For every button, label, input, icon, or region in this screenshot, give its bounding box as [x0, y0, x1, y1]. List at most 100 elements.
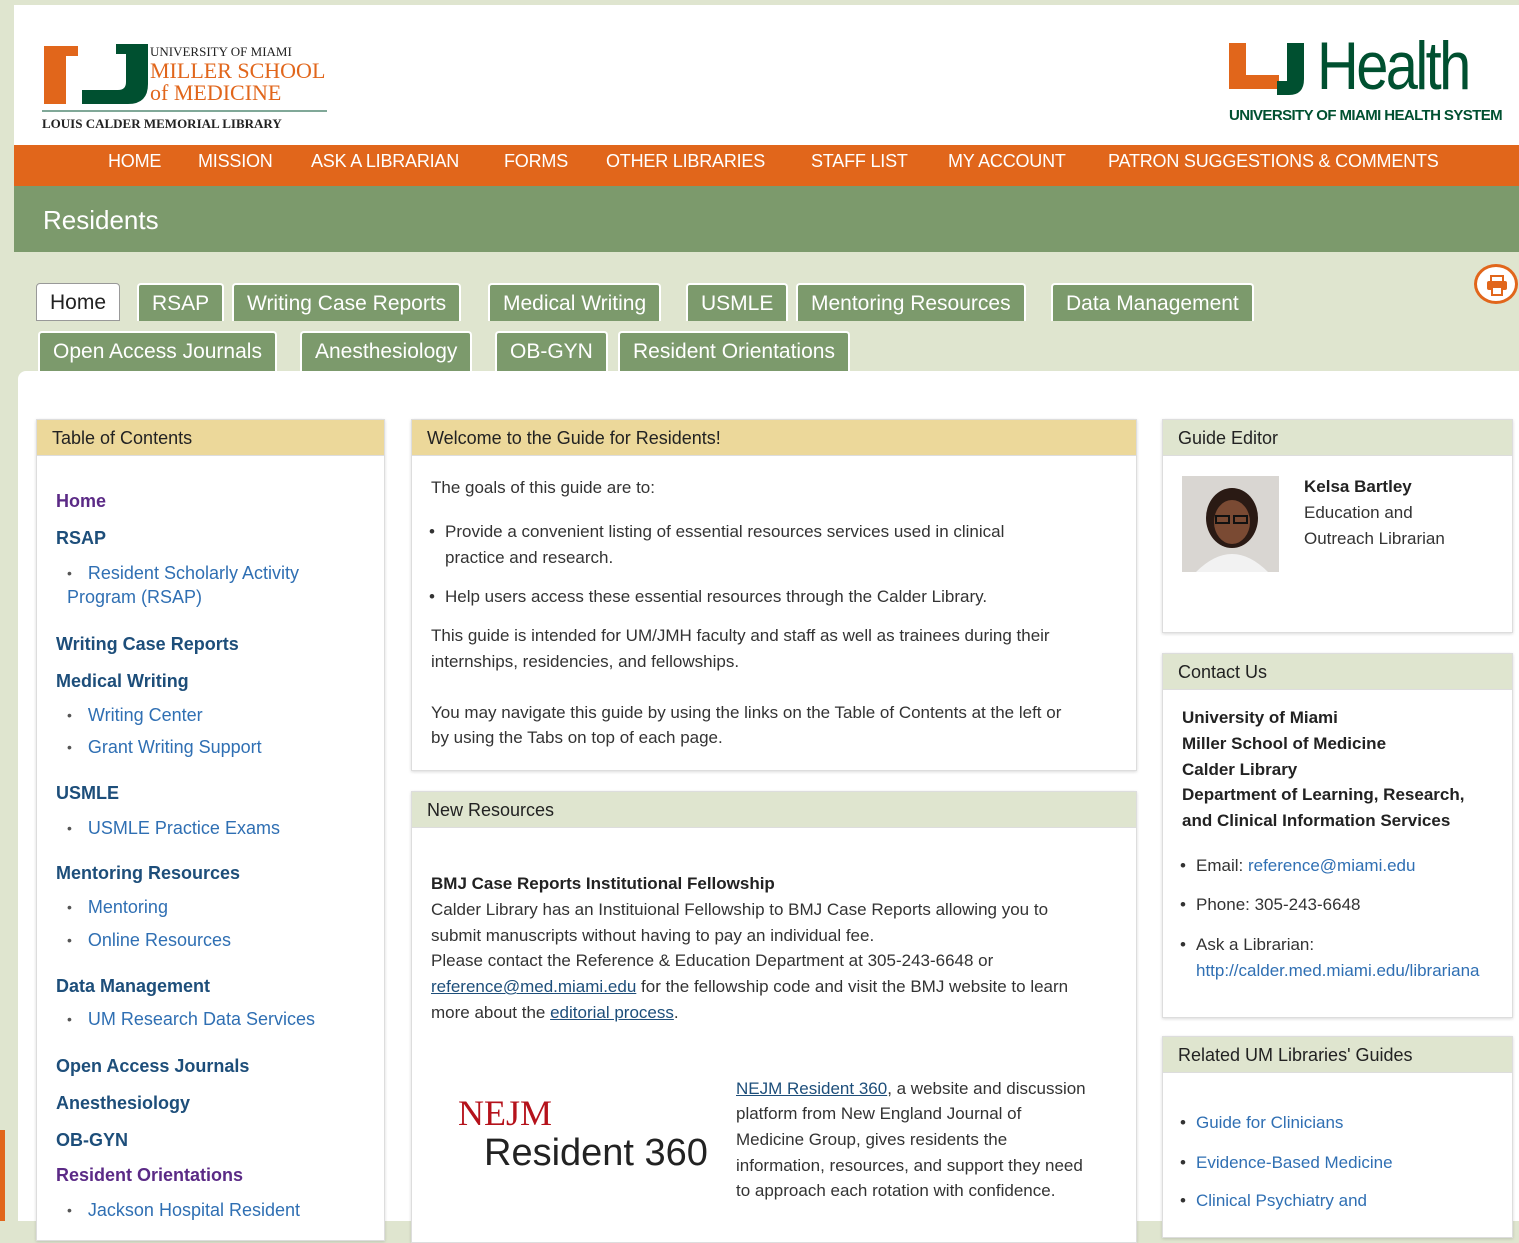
nav-forms[interactable]: FORMS	[504, 151, 568, 172]
editorial-process-link[interactable]: editorial process	[550, 1003, 674, 1022]
editor-photo-icon	[1182, 476, 1279, 572]
toc-mentoring-resources[interactable]: Mentoring Resources	[56, 863, 240, 884]
related-item: • Clinical Psychiatry and	[1180, 1191, 1368, 1210]
contact-box: Contact Us University of Miami Miller Sc…	[1162, 653, 1513, 1018]
nejm-logo[interactable]: NEJM Resident 360	[452, 1092, 722, 1182]
toc-box: Table of Contents Home RSAP Resident Sch…	[36, 419, 385, 1241]
tab-ob-gyn[interactable]: OB-GYN	[495, 331, 608, 371]
uhealth-subtitle: UNIVERSITY OF MIAMI HEALTH SYSTEM	[1229, 107, 1503, 124]
tab-data-management[interactable]: Data Management	[1051, 283, 1254, 321]
nav-patron-suggestions[interactable]: PATRON SUGGESTIONS & COMMENTS	[1108, 151, 1439, 172]
related-guides-title: Related UM Libraries' Guides	[1163, 1037, 1512, 1073]
toc-anesthesiology[interactable]: Anesthesiology	[56, 1093, 190, 1114]
toc-medical-writing[interactable]: Medical Writing	[56, 671, 189, 692]
main-nav: HOME MISSION ASK A LIBRARIAN FORMS OTHER…	[14, 145, 1519, 186]
welcome-title: Welcome to the Guide for Residents!	[412, 420, 1136, 456]
bmj-email-link[interactable]: reference@med.miami.edu	[431, 977, 636, 996]
toc-usmle-practice[interactable]: USMLE Practice Exams	[67, 818, 280, 839]
tab-rsap[interactable]: RSAP	[137, 283, 225, 321]
tab-mentoring-resources[interactable]: Mentoring Resources	[796, 283, 1026, 321]
um-logo-line3: of MEDICINE	[150, 80, 282, 105]
print-button[interactable]	[1474, 264, 1518, 304]
toc-ob-gyn[interactable]: OB-GYN	[56, 1130, 128, 1151]
contact-org-5: and Clinical Information Services	[1182, 811, 1451, 830]
nejm-line1: NEJM Resident 360, a website and discuss…	[736, 1076, 1086, 1102]
site-header: UNIVERSITY OF MIAMI MILLER SCHOOL of MED…	[14, 5, 1519, 145]
bmj-line5: more about the editorial process.	[431, 1000, 679, 1026]
nav-ask-a-librarian[interactable]: ASK A LIBRARIAN	[311, 151, 459, 172]
toc-grant-writing[interactable]: Grant Writing Support	[67, 737, 262, 758]
uhealth-word: Health	[1317, 28, 1471, 104]
nejm-line3: Medicine Group, gives residents the	[736, 1130, 1008, 1149]
contact-org-2: Miller School of Medicine	[1182, 734, 1387, 753]
related-guides-box: Related UM Libraries' Guides • Guide for …	[1162, 1036, 1513, 1238]
guide-editor-title: Guide Editor	[1163, 420, 1512, 456]
page-title-bar: Residents	[14, 186, 1519, 252]
toc-open-access-journals[interactable]: Open Access Journals	[56, 1056, 249, 1077]
related-item: • Evidence-Based Medicine	[1180, 1153, 1393, 1172]
toc-mentoring[interactable]: Mentoring	[67, 897, 168, 918]
toc-rsap[interactable]: RSAP	[56, 528, 106, 549]
nav-other-libraries[interactable]: OTHER LIBRARIES	[606, 151, 765, 172]
related-guide-psychiatry[interactable]: Clinical Psychiatry and	[1196, 1191, 1367, 1210]
nav-mission[interactable]: MISSION	[198, 151, 273, 172]
toc-resident-orientations[interactable]: Resident Orientations	[56, 1165, 243, 1186]
related-item: • Guide for Clinicians	[1180, 1113, 1344, 1132]
bmj-line3: Please contact the Reference & Education…	[431, 951, 994, 970]
contact-ask-url[interactable]: http://calder.med.miami.edu/librariana	[1196, 961, 1479, 980]
uhealth-logo[interactable]: Health UNIVERSITY OF MIAMI HEALTH SYSTEM	[1229, 28, 1519, 133]
bmj-line5-post: .	[673, 1003, 679, 1022]
bmj-line2: submit manuscripts without having to pay…	[431, 926, 875, 945]
page-title: Residents	[43, 205, 159, 235]
toc-um-research-data[interactable]: UM Research Data Services	[67, 1009, 315, 1030]
welcome-p3b: by using the Tabs on top of each page.	[431, 728, 723, 747]
welcome-intro: The goals of this guide are to:	[431, 478, 655, 497]
welcome-box: Welcome to the Guide for Residents! The …	[411, 419, 1137, 771]
um-miller-logo[interactable]: UNIVERSITY OF MIAMI MILLER SCHOOL of MED…	[42, 38, 342, 138]
nav-my-account[interactable]: MY ACCOUNT	[948, 151, 1066, 172]
new-resources-box: New Resources BMJ Case Reports Instituti…	[411, 791, 1137, 1243]
related-guide-ebm[interactable]: Evidence-Based Medicine	[1196, 1153, 1393, 1172]
um-logo-line4: LOUIS CALDER MEMORIAL LIBRARY	[42, 116, 282, 131]
toc-usmle[interactable]: USMLE	[56, 783, 119, 804]
toc-data-management[interactable]: Data Management	[56, 976, 210, 997]
tab-open-access-journals[interactable]: Open Access Journals	[38, 331, 277, 371]
contact-email-link[interactable]: reference@miami.edu	[1248, 856, 1416, 875]
toc-jackson-hospital[interactable]: Jackson Hospital Resident	[67, 1200, 300, 1221]
contact-org-3: Calder Library	[1182, 760, 1298, 779]
toc-writing-center[interactable]: Writing Center	[67, 705, 203, 726]
welcome-bullet-2-text: Help users access these essential resour…	[445, 587, 988, 606]
toc-writing-case-reports[interactable]: Writing Case Reports	[56, 634, 239, 655]
contact-email-label: Email:	[1196, 856, 1248, 875]
toc-rsap-program[interactable]: Resident Scholarly Activity	[67, 563, 299, 584]
nejm-line5: to approach each rotation with confidenc…	[736, 1181, 1056, 1200]
nejm-line2: platform from New England Journal of	[736, 1104, 1022, 1123]
editor-role-1: Education and	[1304, 503, 1413, 522]
related-guide-clinicians[interactable]: Guide for Clinicians	[1196, 1113, 1343, 1132]
nejm-line1-text: , a website and discussion	[887, 1079, 1086, 1098]
nav-staff-list[interactable]: STAFF LIST	[811, 151, 908, 172]
nejm-line4: information, resources, and support they…	[736, 1156, 1083, 1175]
guide-editor-box: Guide Editor Kelsa Bartley Education and…	[1162, 419, 1513, 633]
toc-home[interactable]: Home	[56, 491, 106, 512]
tab-usmle[interactable]: USMLE	[686, 283, 789, 321]
toc-rsap-program-cont[interactable]: Program (RSAP)	[67, 587, 202, 608]
nejm-logo-bottom: Resident 360	[484, 1132, 708, 1174]
toc-online-resources[interactable]: Online Resources	[67, 930, 231, 951]
nav-home[interactable]: HOME	[108, 151, 161, 172]
page: UNIVERSITY OF MIAMI MILLER SCHOOL of MED…	[14, 0, 1519, 1243]
tab-resident-orientations[interactable]: Resident Orientations	[618, 331, 850, 371]
contact-ask-label: Ask a Librarian:	[1196, 935, 1315, 954]
tab-anesthesiology[interactable]: Anesthesiology	[300, 331, 473, 371]
tab-home[interactable]: Home	[36, 283, 121, 321]
new-resources-title: New Resources	[412, 792, 1136, 828]
contact-title: Contact Us	[1163, 654, 1512, 690]
welcome-p2b: internships, residencies, and fellowship…	[431, 652, 740, 671]
tab-medical-writing[interactable]: Medical Writing	[488, 283, 662, 321]
nejm-resident-link[interactable]: NEJM Resident 360	[736, 1079, 887, 1098]
contact-phone: • Phone: 305-243-6648	[1180, 895, 1361, 914]
contact-ask-url-wrap: http://calder.med.miami.edu/librariana	[1196, 958, 1511, 984]
bmj-line1: Calder Library has an Instituional Fello…	[431, 900, 1049, 919]
editor-role-2: Outreach Librarian	[1304, 529, 1445, 548]
tab-writing-case-reports[interactable]: Writing Case Reports	[232, 283, 462, 321]
